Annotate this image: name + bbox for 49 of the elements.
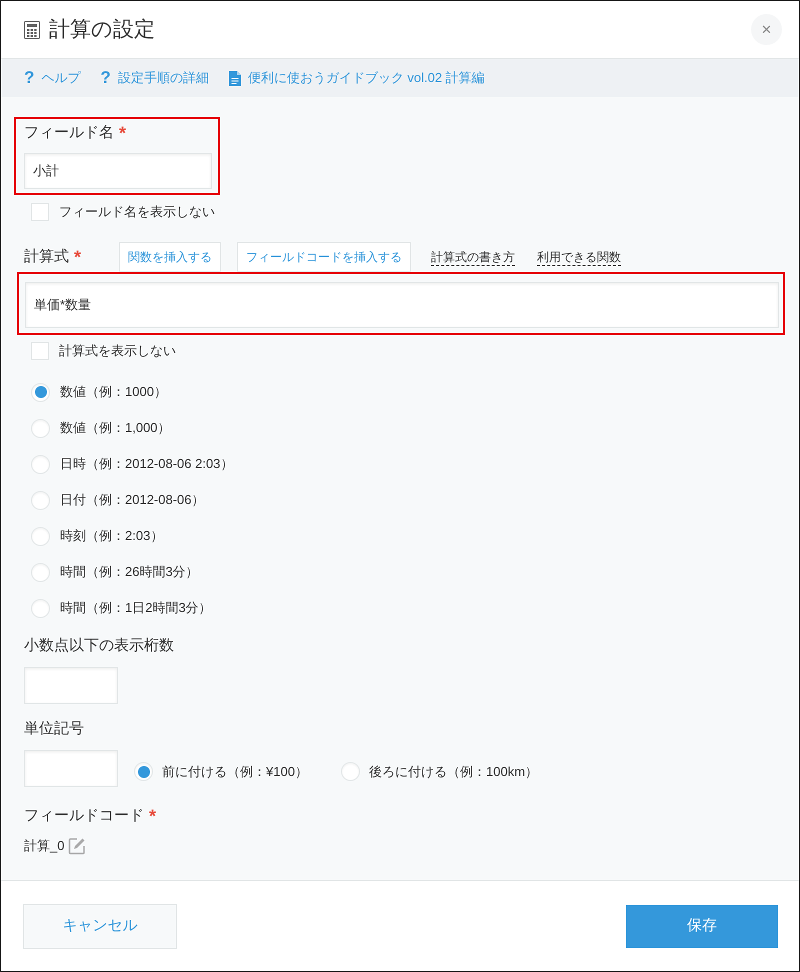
option-label: 時間（例：1日2時間3分） [60, 599, 212, 618]
required-mark: * [119, 123, 126, 143]
required-mark: * [149, 806, 156, 826]
radio-button[interactable] [341, 762, 360, 781]
radio-button[interactable] [134, 762, 153, 781]
dialog-title: 計算の設定 [49, 16, 155, 43]
radio-button[interactable] [31, 454, 50, 474]
option-label: 日時（例：2012-08-06 2:03） [60, 455, 234, 474]
checkbox[interactable] [31, 342, 49, 360]
option-label: 前に付ける（例：¥100） [162, 762, 308, 781]
radio-button[interactable] [31, 562, 50, 582]
checkbox-label: 計算式を表示しない [59, 342, 176, 360]
checkbox-label: フィールド名を表示しない [59, 203, 215, 221]
option-label: 日付（例：2012-08-06） [60, 491, 204, 510]
field-label: 単位記号 [24, 719, 84, 739]
field-label: フィールドコード [24, 806, 144, 826]
option-label: 数値（例：1000） [60, 383, 167, 402]
cancel-button[interactable]: キャンセル [23, 904, 177, 949]
guidebook-link[interactable]: 便利に使おうガイドブック vol.02 計算編 [228, 68, 485, 88]
help-link[interactable]: ? ヘルプ [24, 65, 80, 91]
radio-button[interactable] [31, 382, 50, 402]
required-mark: * [74, 247, 82, 267]
pencil-edit-icon[interactable] [68, 837, 86, 855]
insert-button[interactable]: 関数を挿入する [119, 242, 221, 272]
help-text-link[interactable]: 利用できる関数 [537, 248, 621, 266]
save-button[interactable]: 保存 [626, 905, 778, 948]
field-label: 小数点以下の表示桁数 [24, 636, 174, 656]
field-label: 計算式 [24, 247, 69, 267]
formula-input[interactable]: 単価*数量 [25, 282, 779, 328]
option-label: 後ろに付ける（例：100km） [369, 762, 538, 781]
unit-symbol-input[interactable] [24, 750, 118, 787]
field-name-input[interactable]: 小計 [24, 153, 212, 189]
radio-button[interactable] [31, 490, 50, 510]
option-label: 時間（例：26時間3分） [60, 563, 199, 582]
close-button[interactable]: × [751, 14, 782, 45]
help-link[interactable]: ? 設定手順の詳細 [100, 65, 209, 91]
option-label: 時刻（例：2:03） [60, 527, 164, 546]
decimal-places-input[interactable] [24, 667, 118, 704]
calculator-icon [24, 20, 40, 38]
field-code-value: 計算_0 [24, 837, 64, 856]
checkbox[interactable] [31, 203, 49, 221]
help-text-link[interactable]: 計算式の書き方 [431, 248, 515, 266]
radio-button[interactable] [31, 526, 50, 546]
insert-button[interactable]: フィールドコードを挿入する [237, 242, 411, 272]
radio-button[interactable] [31, 598, 50, 618]
option-label: 数値（例：1,000） [60, 419, 171, 438]
document-icon [228, 70, 241, 86]
field-label: フィールド名 [24, 123, 114, 143]
radio-button[interactable] [31, 418, 50, 438]
